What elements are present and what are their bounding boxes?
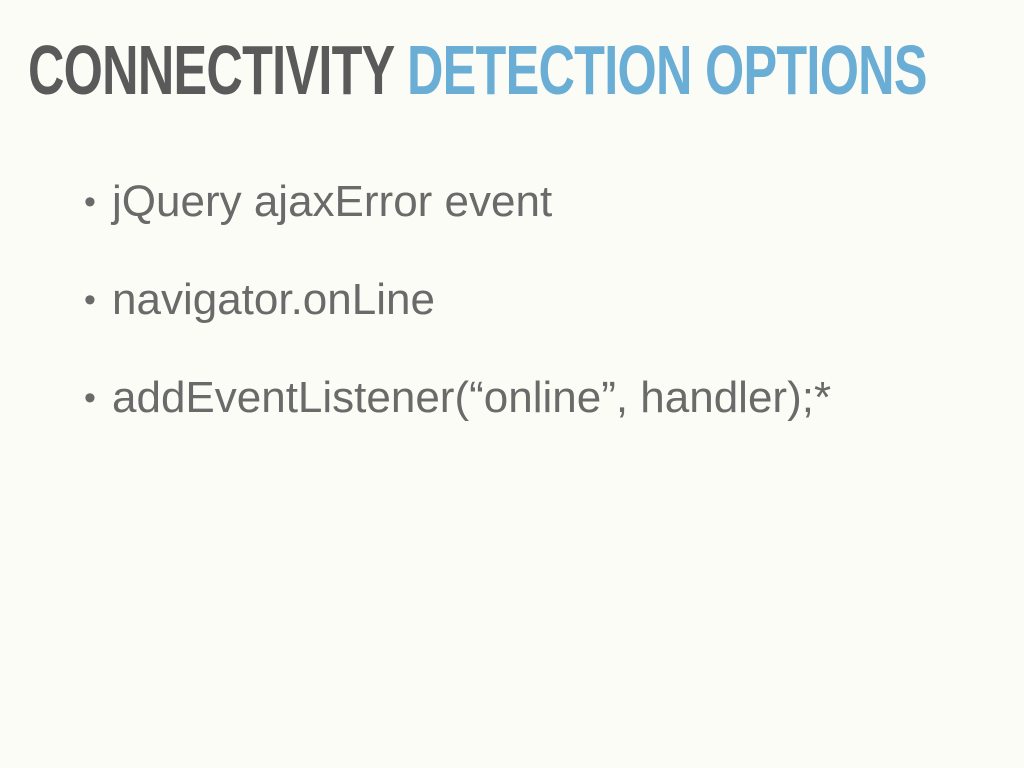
bullet-text: navigator.onLine	[112, 275, 435, 324]
bullet-text: jQuery ajaxError event	[112, 177, 553, 226]
bullet-item: • jQuery ajaxError event	[84, 172, 831, 232]
title-part-primary: CONNECTIVITY	[28, 31, 394, 109]
slide: CONNECTIVITY DETECTION OPTIONS • jQuery …	[0, 0, 1024, 768]
bullet-dot-icon: •	[84, 378, 96, 417]
bullet-item: • addEventListener(“online”, handler);*	[84, 368, 831, 428]
bullet-text: addEventListener(“online”, handler);*	[112, 373, 832, 422]
bullet-dot-icon: •	[84, 182, 96, 221]
bullet-item: • navigator.onLine	[84, 270, 831, 330]
slide-title: CONNECTIVITY DETECTION OPTIONS	[28, 30, 927, 110]
bullet-dot-icon: •	[84, 280, 96, 319]
bullet-list: • jQuery ajaxError event • navigator.onL…	[84, 172, 831, 466]
title-part-accent: DETECTION OPTIONS	[406, 31, 928, 109]
